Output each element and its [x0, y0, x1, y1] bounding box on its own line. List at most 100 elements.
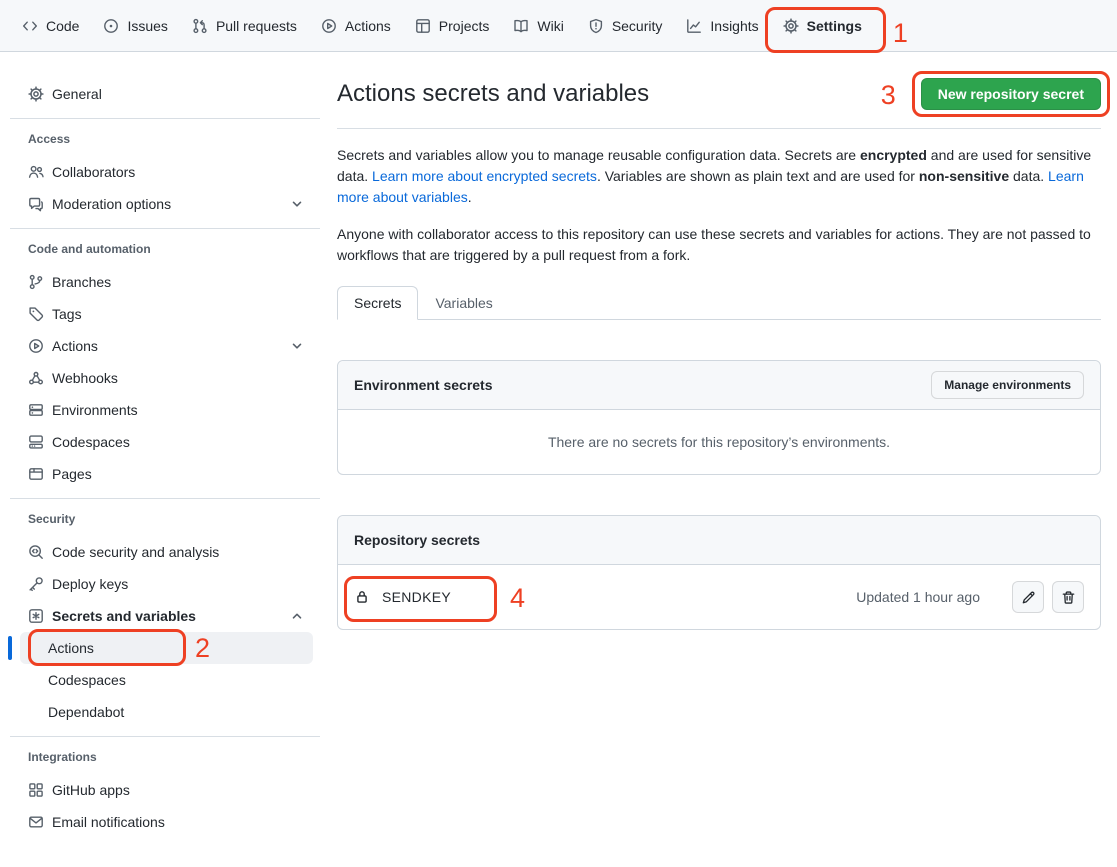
comment-discussion-icon	[28, 196, 44, 212]
sidebar-item-collaborators[interactable]: Collaborators	[20, 156, 313, 188]
settings-sidebar: General Access Collaborators Moderation …	[0, 52, 321, 838]
sidebar-item-pages[interactable]: Pages	[20, 458, 313, 490]
nav-tab-projects[interactable]: Projects	[407, 0, 498, 51]
code-icon	[22, 18, 38, 34]
sidebar-item-actions[interactable]: Actions	[20, 330, 313, 362]
sidebar-section-title-access: Access	[20, 127, 313, 151]
sidebar-subitem-dependabot[interactable]: Dependabot	[20, 696, 313, 728]
table-icon	[415, 18, 431, 34]
sidebar-item-moderation-options[interactable]: Moderation options	[20, 188, 313, 220]
git-branch-icon	[28, 274, 44, 290]
pencil-icon	[1021, 590, 1036, 605]
sidebar-section-title-integrations: Integrations	[20, 745, 313, 769]
nav-tab-insights[interactable]: Insights	[678, 0, 766, 51]
annotation-label-2: 2	[195, 635, 210, 662]
webhook-icon	[28, 370, 44, 386]
secret-name-group: SENDKEY 4	[354, 589, 451, 605]
active-tab-underline	[779, 50, 866, 52]
secret-updated-text: Updated 1 hour ago	[856, 589, 980, 605]
tag-icon	[28, 306, 44, 322]
nav-tab-actions[interactable]: Actions	[313, 0, 399, 51]
repo-nav: Code Issues Pull requests Actions Projec…	[0, 0, 1117, 52]
intro-text: data.	[1009, 168, 1048, 184]
intro-bold-encrypted: encrypted	[860, 147, 927, 163]
environment-secrets-card: Environment secrets Manage environments …	[337, 360, 1101, 475]
sidebar-item-secrets-and-variables[interactable]: Secrets and variables	[20, 600, 313, 632]
main-content: Actions secrets and variables New reposi…	[321, 52, 1117, 630]
nav-tab-security[interactable]: Security	[580, 0, 671, 51]
nav-tab-code[interactable]: Code	[14, 0, 87, 51]
sidebar-item-deploy-keys[interactable]: Deploy keys	[20, 568, 313, 600]
repository-secrets-card: Repository secrets SENDKEY 4 Updated 1 h…	[337, 515, 1101, 630]
chevron-down-icon	[289, 196, 305, 212]
repository-secrets-title: Repository secrets	[354, 532, 480, 548]
chevron-up-icon	[289, 608, 305, 624]
server-icon	[28, 402, 44, 418]
people-icon	[28, 164, 44, 180]
manage-environments-button[interactable]: Manage environments	[931, 371, 1084, 399]
play-icon	[28, 338, 44, 354]
play-icon	[321, 18, 337, 34]
code-scan-icon	[28, 544, 44, 560]
annotation-label-3: 3	[881, 82, 896, 109]
intro-text: Secrets and variables allow you to manag…	[337, 147, 860, 163]
page-header: Actions secrets and variables New reposi…	[337, 78, 1101, 129]
new-repository-secret-button[interactable]: New repository secret	[921, 78, 1101, 110]
secret-row: SENDKEY 4 Updated 1 hour ago	[338, 565, 1100, 629]
mail-icon	[28, 814, 44, 830]
sidebar-divider	[10, 736, 320, 737]
key-asterisk-icon	[28, 608, 44, 624]
nav-tab-issues[interactable]: Issues	[95, 0, 175, 51]
tab-secrets[interactable]: Secrets	[337, 286, 418, 320]
intro-paragraph-1: Secrets and variables allow you to manag…	[337, 145, 1101, 208]
issue-opened-icon	[103, 18, 119, 34]
sidebar-item-email-notifications[interactable]: Email notifications	[20, 806, 313, 838]
sidebar-section-title-code-and-automation: Code and automation	[20, 237, 313, 261]
sidebar-subitem-codespaces[interactable]: Codespaces	[20, 664, 313, 696]
lock-icon	[354, 589, 370, 605]
delete-secret-button[interactable]	[1052, 581, 1084, 613]
intro-paragraph-2: Anyone with collaborator access to this …	[337, 224, 1101, 266]
sidebar-item-code-security-and-analysis[interactable]: Code security and analysis	[20, 536, 313, 568]
gear-icon	[28, 86, 44, 102]
environment-secrets-empty-text: There are no secrets for this repository…	[338, 410, 1100, 474]
annotation-label-1: 1	[893, 20, 908, 47]
intro-bold-non-sensitive: non-sensitive	[919, 168, 1009, 184]
nav-tab-wiki[interactable]: Wiki	[505, 0, 571, 51]
sidebar-item-github-apps[interactable]: GitHub apps	[20, 774, 313, 806]
link-learn-more-encrypted-secrets[interactable]: Learn more about encrypted secrets	[372, 168, 597, 184]
chevron-down-icon	[289, 338, 305, 354]
github-repo-settings-page: Code Issues Pull requests Actions Projec…	[0, 0, 1117, 867]
page-title: Actions secrets and variables	[337, 78, 649, 110]
nav-tab-settings[interactable]: Settings 1	[775, 0, 870, 51]
sidebar-item-webhooks[interactable]: Webhooks	[20, 362, 313, 394]
codespaces-icon	[28, 434, 44, 450]
graph-icon	[686, 18, 702, 34]
tab-variables[interactable]: Variables	[418, 286, 509, 320]
intro-text: .	[468, 189, 472, 205]
environment-secrets-header: Environment secrets Manage environments	[338, 361, 1100, 410]
gear-icon	[783, 18, 799, 34]
apps-icon	[28, 782, 44, 798]
sidebar-item-environments[interactable]: Environments	[20, 394, 313, 426]
shield-icon	[588, 18, 604, 34]
book-icon	[513, 18, 529, 34]
active-item-accent-bar	[8, 636, 12, 660]
sidebar-item-codespaces[interactable]: Codespaces	[20, 426, 313, 458]
edit-secret-button[interactable]	[1012, 581, 1044, 613]
sidebar-subitem-actions[interactable]: Actions 2	[20, 632, 313, 664]
nav-tab-pull-requests[interactable]: Pull requests	[184, 0, 305, 51]
sidebar-item-general[interactable]: General	[20, 78, 313, 110]
sidebar-item-tags[interactable]: Tags	[20, 298, 313, 330]
annotation-label-4: 4	[510, 585, 525, 612]
secret-name: SENDKEY	[382, 589, 451, 605]
sidebar-section-title-security: Security	[20, 507, 313, 531]
browser-icon	[28, 466, 44, 482]
trash-icon	[1061, 590, 1076, 605]
sidebar-divider	[10, 118, 320, 119]
git-pull-request-icon	[192, 18, 208, 34]
sidebar-item-branches[interactable]: Branches	[20, 266, 313, 298]
intro-text: . Variables are shown as plain text and …	[597, 168, 919, 184]
sidebar-divider	[10, 498, 320, 499]
environment-secrets-title: Environment secrets	[354, 377, 493, 393]
